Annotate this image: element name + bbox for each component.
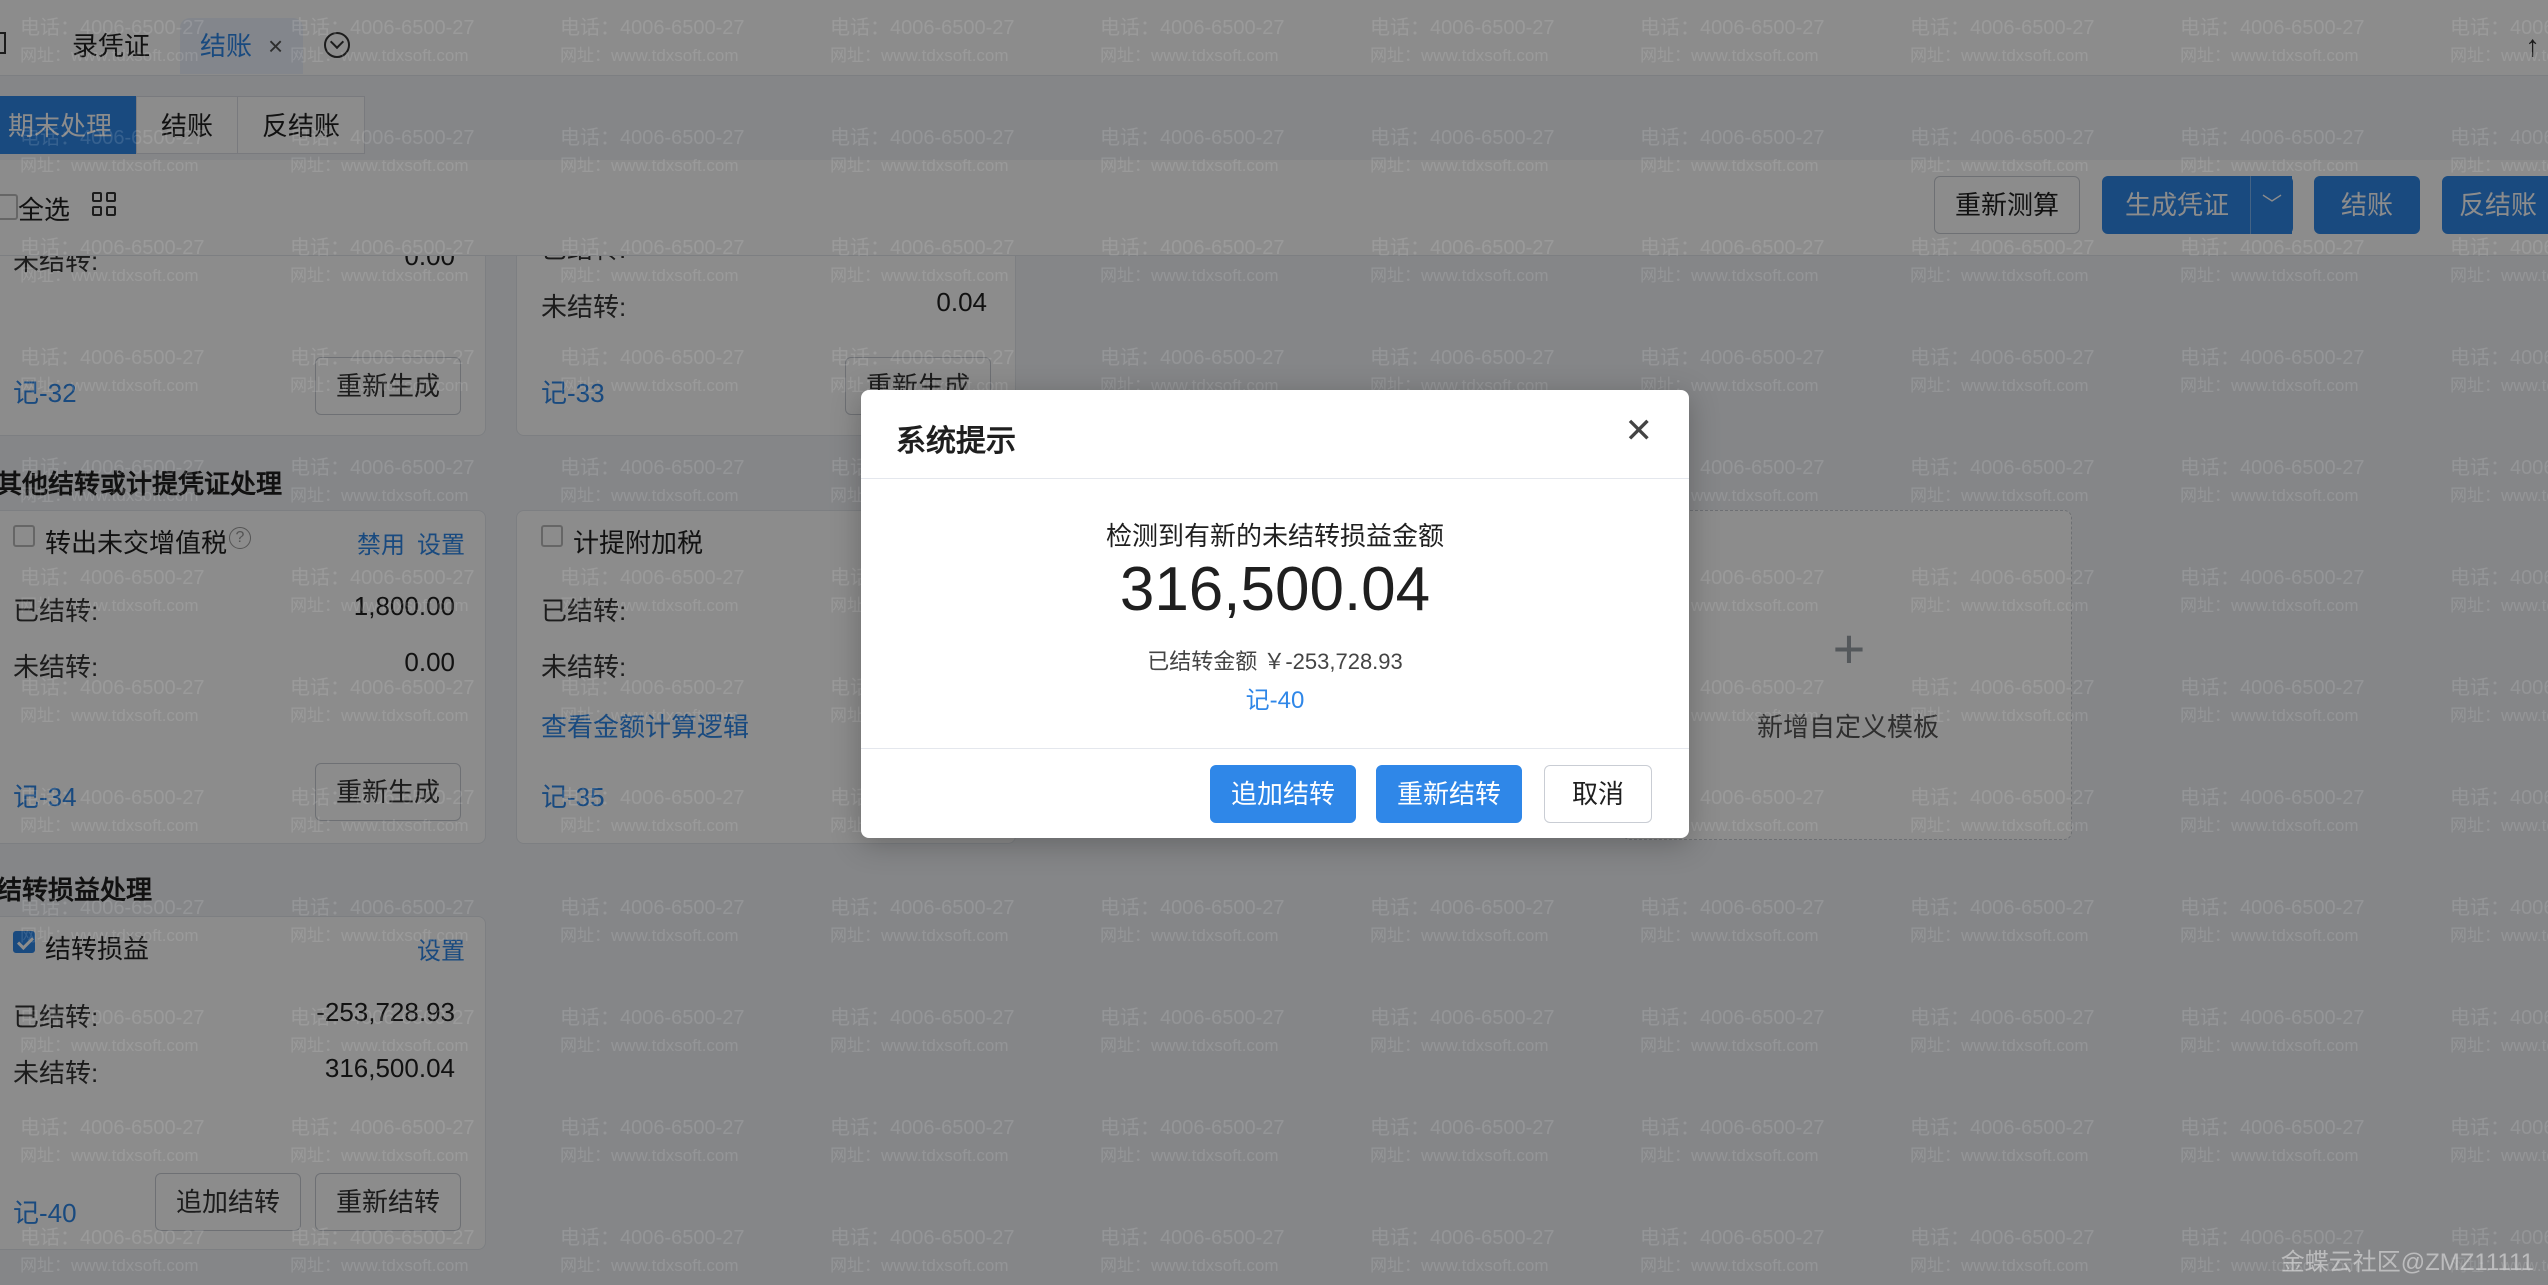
- dialog-redo-transfer-button[interactable]: 重新结转: [1376, 765, 1522, 823]
- dialog-message: 检测到有新的未结转损益金额: [1105, 521, 1444, 551]
- dialog-title: 系统提示: [896, 425, 1016, 458]
- system-dialog: 系统提示 ✕ 检测到有新的未结转损益金额 316,500.04 已结转金额 ￥-…: [861, 390, 1689, 838]
- dialog-amount: 316,500.04: [1119, 555, 1431, 624]
- dialog-voucher-link[interactable]: 记-40: [861, 680, 1689, 715]
- dialog-divider-bottom: [861, 748, 1689, 749]
- dialog-settled-amount: 已结转金额 ￥-253,728.93: [1147, 649, 1403, 674]
- dialog-divider-top: [861, 478, 1689, 479]
- close-icon[interactable]: ✕: [1625, 414, 1654, 448]
- corner-watermark: 金蝶云社区@ZMZ11111: [2280, 1249, 2534, 1276]
- dialog-add-transfer-button[interactable]: 追加结转: [1210, 765, 1356, 823]
- dialog-cancel-button[interactable]: 取消: [1544, 765, 1652, 823]
